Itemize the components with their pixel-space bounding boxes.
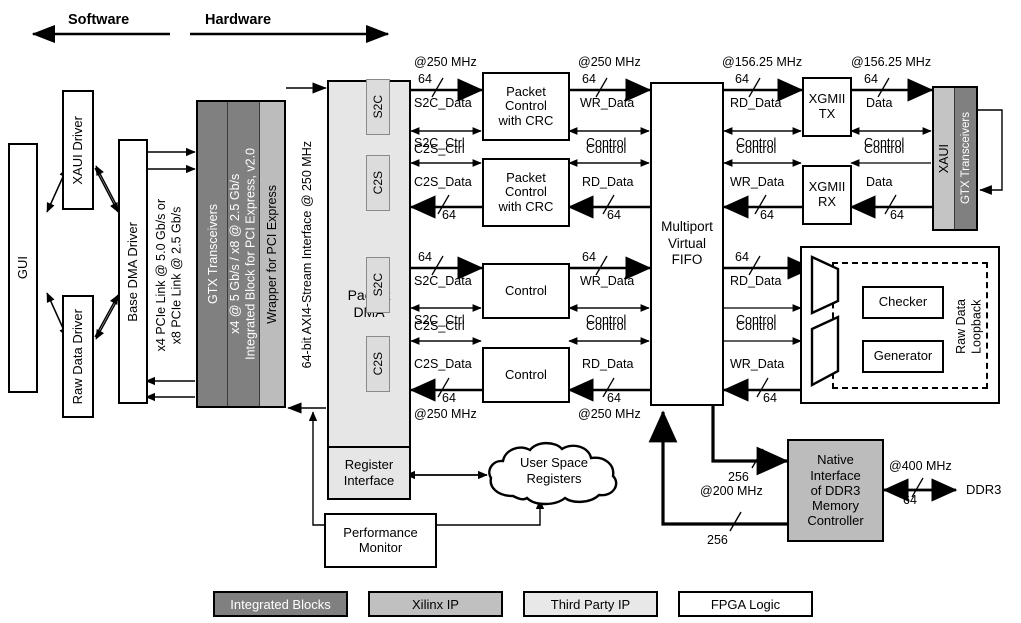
w64-r2l: 64 [442, 208, 456, 222]
performance-monitor-block[interactable]: Performance Monitor [324, 513, 437, 568]
register-interface-block[interactable]: Register Interface [327, 446, 411, 500]
clk-250-b: @250 MHz [578, 55, 641, 69]
clk-156-a: @156.25 MHz [722, 55, 803, 69]
w64-r3r: 64 [582, 250, 596, 264]
w64-tx: 64 [735, 72, 749, 86]
dma-port-c2s-2[interactable]: C2S [366, 336, 390, 392]
control-block-2[interactable]: Control [482, 347, 570, 403]
pcie-link-line1: x4 PCIe Link @ 5.0 Gb/s or [154, 198, 169, 352]
s2c-data-2: S2C_Data [414, 274, 472, 288]
rd-data-lb: RD_Data [730, 274, 782, 288]
multiport-virtual-fifo-block[interactable]: Multiport Virtual FIFO [650, 82, 724, 406]
w64-lb1: 64 [735, 250, 749, 264]
w64-lb2: 64 [763, 391, 777, 405]
xgmii-tx-block[interactable]: XGMII TX [802, 77, 852, 137]
ddr3-width64-label: 64 [903, 493, 917, 507]
wr-data-rx: WR_Data [730, 175, 785, 189]
legend-third-party-ip: Third Party IP [523, 591, 658, 617]
ddr3-clk400-label: @400 MHz [889, 459, 952, 473]
ddr3-memory-controller-block[interactable]: Native Interface of DDR3 Memory Controll… [787, 439, 884, 542]
legend-xilinx-ip: Xilinx IP [368, 591, 503, 617]
control-rx2: Control [864, 142, 905, 156]
pcie-link-line2: x8 PCIe Link @ 2.5 Gb/s [170, 206, 184, 344]
mux-bottom[interactable] [810, 315, 840, 387]
mux-top[interactable] [810, 255, 840, 315]
header-hardware: Hardware [205, 12, 272, 28]
raw-data-driver-box[interactable]: Raw Data Driver [62, 295, 94, 418]
clk-250-a: @250 MHz [414, 55, 477, 69]
register-interface-line2: Interface [343, 473, 395, 488]
control-r2r: Control [586, 142, 627, 156]
base-dma-driver-label: Base DMA Driver [124, 221, 140, 322]
xaui-driver-box[interactable]: XAUI Driver [62, 90, 94, 210]
axi-interface-label: 64-bit AXI4-Stream Interface @ 250 MHz [300, 141, 314, 369]
rd-data-1: RD_Data [582, 175, 634, 189]
integrated-block-line1: x4 @ 5 Gb/s / x8 @ 2.5 Gb/s [228, 173, 242, 335]
control-rx: Control [736, 142, 777, 156]
w64-r1l: 64 [418, 72, 432, 86]
w64-r4r: 64 [607, 391, 621, 405]
wr-data-1: WR_Data [580, 96, 635, 110]
packet-control-crc-block-2[interactable]: Packet Control with CRC [482, 158, 570, 227]
gui-label: GUI [14, 256, 30, 280]
integrated-block-line2: Integrated Block for PCI Express, v2.0 [243, 148, 258, 360]
pcie-stack: GTX Transceivers x4 @ 5 Gb/s / x8 @ 2.5 … [196, 100, 286, 408]
ddr3-external-label: DDR3 [966, 482, 1002, 497]
clk-250-c: @250 MHz [414, 407, 477, 421]
checker-block[interactable]: Checker [862, 286, 944, 319]
user-space-registers-label: User Space Registers [520, 455, 588, 487]
data-tx: Data [866, 96, 893, 110]
control-r4r: Control [586, 319, 627, 333]
data-rx: Data [866, 175, 893, 189]
raw-data-driver-label: Raw Data Driver [69, 308, 85, 405]
w64-tx2: 64 [864, 72, 878, 86]
pcie-link-label: x4 PCIe Link @ 5.0 Gb/s or x8 PCIe Link … [150, 150, 190, 400]
xaui-panel[interactable]: XAUI [934, 88, 955, 229]
control-block-1[interactable]: Control [482, 263, 570, 319]
rd-data-tx: RD_Data [730, 96, 782, 110]
c2s-data-1: C2S_Data [414, 175, 472, 189]
control-lb2: Control [736, 319, 777, 333]
register-interface-line1: Register [344, 457, 394, 473]
gtx-transceivers-panel[interactable]: GTX Transceivers [198, 102, 228, 406]
w64-rx2: 64 [890, 208, 904, 222]
c2s-ctrl-2: C2S_Ctrl [414, 319, 465, 333]
wr-data-2: WR_Data [580, 274, 635, 288]
generator-block[interactable]: Generator [862, 340, 944, 373]
pcie-wrapper-panel[interactable]: Wrapper for PCI Express [260, 102, 284, 406]
header-software: Software [68, 12, 130, 28]
w64-r1r: 64 [582, 72, 596, 86]
gtx-transceivers-label: GTX Transceivers [205, 203, 220, 305]
ddr3-clk200-label: @200 MHz [700, 484, 763, 498]
wr-data-lb: WR_Data [730, 357, 785, 371]
block-diagram: Software Hardware GUI XAUI Driver Raw Da… [0, 0, 1021, 623]
rd-data-2: RD_Data [582, 357, 634, 371]
ddr3-width256-b-label: 256 [707, 533, 728, 547]
xaui-gtx-stack: XAUI GTX Transceivers [932, 86, 978, 231]
legend-fpga-logic: FPGA Logic [678, 591, 813, 617]
c2s-data-2: C2S_Data [414, 357, 472, 371]
xaui-gtx-transceivers-panel[interactable]: GTX Transceivers [955, 88, 976, 229]
pcie-wrapper-label: Wrapper for PCI Express [265, 184, 280, 324]
dma-port-c2s-1[interactable]: C2S [366, 155, 390, 211]
ddr3-width256-a-label: 256 [728, 470, 749, 484]
base-dma-driver-box[interactable]: Base DMA Driver [118, 139, 148, 404]
xgmii-rx-block[interactable]: XGMII RX [802, 165, 852, 225]
dma-port-s2c-2[interactable]: S2C [366, 257, 390, 313]
xaui-driver-label: XAUI Driver [69, 115, 85, 185]
raw-data-loopback-label: Raw Data Loopback [954, 298, 984, 354]
dma-port-s2c-1[interactable]: S2C [366, 79, 390, 135]
c2s-ctrl-1: C2S_Ctrl [414, 142, 465, 156]
w64-r4l: 64 [442, 391, 456, 405]
clk-156-b: @156.25 MHz [851, 55, 932, 69]
w64-r2r: 64 [607, 208, 621, 222]
gui-box[interactable]: GUI [8, 143, 38, 393]
w64-rx: 64 [760, 208, 774, 222]
pcie-integrated-block-panel[interactable]: x4 @ 5 Gb/s / x8 @ 2.5 Gb/s Integrated B… [228, 102, 261, 406]
packet-control-crc-block-1[interactable]: Packet Control with CRC [482, 72, 570, 141]
s2c-data-1: S2C_Data [414, 96, 472, 110]
w64-r3l: 64 [418, 250, 432, 264]
clk-250-d: @250 MHz [578, 407, 641, 421]
legend-integrated-blocks: Integrated Blocks [213, 591, 348, 617]
